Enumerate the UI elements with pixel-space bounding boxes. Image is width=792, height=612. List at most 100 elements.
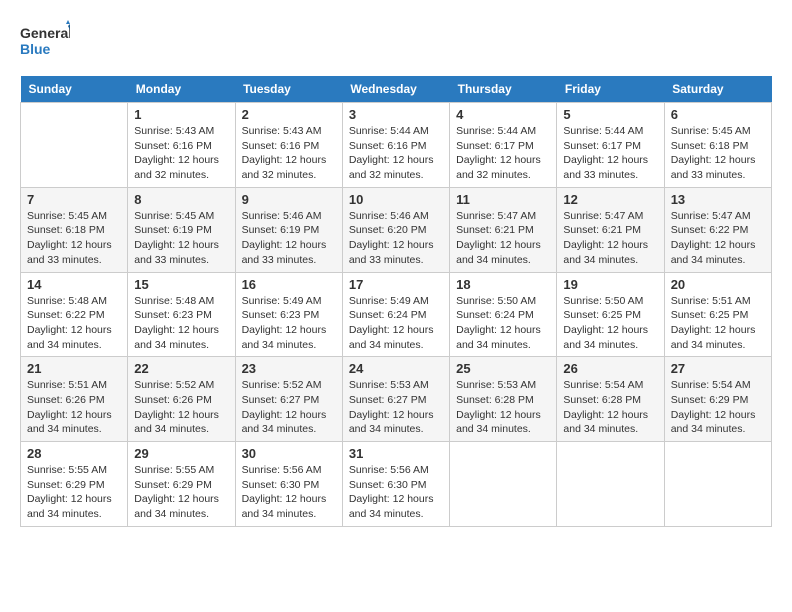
calendar-cell: 10Sunrise: 5:46 AMSunset: 6:20 PMDayligh… xyxy=(342,187,449,272)
calendar-cell: 31 Sunrise: 5:56 AMSunset: 6:30 PMDayligh… xyxy=(342,442,449,527)
header-wednesday: Wednesday xyxy=(342,76,449,103)
header-friday: Friday xyxy=(557,76,664,103)
day-info: Sunrise: 5:47 AMSunset: 6:21 PMDaylight:… xyxy=(456,209,550,268)
header-tuesday: Tuesday xyxy=(235,76,342,103)
day-number: 22 xyxy=(134,361,228,376)
calendar-cell: 26 Sunrise: 5:54 AMSunset: 6:28 PMDayligh… xyxy=(557,357,664,442)
day-info: Sunrise: 5:45 AMSunset: 6:19 PMDaylight:… xyxy=(134,209,228,268)
day-info: Sunrise: 5:51 AMSunset: 6:26 PMDaylight:… xyxy=(27,378,121,437)
day-number: 13 xyxy=(671,192,765,207)
day-info: Sunrise: 5:45 AMSunset: 6:18 PMDaylight:… xyxy=(27,209,121,268)
logo-icon: General Blue xyxy=(20,20,70,60)
day-info: Sunrise: 5:53 AMSunset: 6:28 PMDaylight:… xyxy=(456,378,550,437)
calendar-cell: 11 Sunrise: 5:47 AMSunset: 6:21 PMDayligh… xyxy=(450,187,557,272)
calendar-cell: 9Sunrise: 5:46 AMSunset: 6:19 PMDaylight… xyxy=(235,187,342,272)
calendar-cell: 14 Sunrise: 5:48 AMSunset: 6:22 PMDayligh… xyxy=(21,272,128,357)
day-info: Sunrise: 5:54 AMSunset: 6:29 PMDaylight:… xyxy=(671,378,765,437)
day-number: 24 xyxy=(349,361,443,376)
day-number: 26 xyxy=(563,361,657,376)
day-number: 14 xyxy=(27,277,121,292)
day-number: 29 xyxy=(134,446,228,461)
calendar-cell: 29 Sunrise: 5:55 AMSunset: 6:29 PMDayligh… xyxy=(128,442,235,527)
header-saturday: Saturday xyxy=(664,76,771,103)
day-info: Sunrise: 5:54 AMSunset: 6:28 PMDaylight:… xyxy=(563,378,657,437)
day-info: Sunrise: 5:56 AMSunset: 6:30 PMDaylight:… xyxy=(349,463,443,522)
calendar-cell: 28Sunrise: 5:55 AMSunset: 6:29 PMDayligh… xyxy=(21,442,128,527)
svg-text:General: General xyxy=(20,25,70,41)
day-info: Sunrise: 5:45 AMSunset: 6:18 PMDaylight:… xyxy=(671,124,765,183)
day-info: Sunrise: 5:43 AMSunset: 6:16 PMDaylight:… xyxy=(242,124,336,183)
day-info: Sunrise: 5:47 AMSunset: 6:22 PMDaylight:… xyxy=(671,209,765,268)
calendar-cell: 6 Sunrise: 5:45 AMSunset: 6:18 PMDaylight… xyxy=(664,103,771,188)
calendar-table: SundayMondayTuesdayWednesdayThursdayFrid… xyxy=(20,76,772,527)
calendar-cell: 13 Sunrise: 5:47 AMSunset: 6:22 PMDayligh… xyxy=(664,187,771,272)
calendar-cell xyxy=(21,103,128,188)
day-number: 5 xyxy=(563,107,657,122)
day-number: 10 xyxy=(349,192,443,207)
day-number: 7 xyxy=(27,192,121,207)
day-info: Sunrise: 5:44 AMSunset: 6:17 PMDaylight:… xyxy=(563,124,657,183)
day-number: 18 xyxy=(456,277,550,292)
calendar-cell: 19Sunrise: 5:50 AMSunset: 6:25 PMDayligh… xyxy=(557,272,664,357)
logo: General Blue xyxy=(20,20,70,60)
day-number: 25 xyxy=(456,361,550,376)
day-info: Sunrise: 5:53 AMSunset: 6:27 PMDaylight:… xyxy=(349,378,443,437)
calendar-cell: 2 Sunrise: 5:43 AMSunset: 6:16 PMDaylight… xyxy=(235,103,342,188)
calendar-cell: 24 Sunrise: 5:53 AMSunset: 6:27 PMDayligh… xyxy=(342,357,449,442)
calendar-header-row: SundayMondayTuesdayWednesdayThursdayFrid… xyxy=(21,76,772,103)
calendar-cell: 8 Sunrise: 5:45 AMSunset: 6:19 PMDaylight… xyxy=(128,187,235,272)
calendar-cell: 17 Sunrise: 5:49 AMSunset: 6:24 PMDayligh… xyxy=(342,272,449,357)
day-info: Sunrise: 5:55 AMSunset: 6:29 PMDaylight:… xyxy=(27,463,121,522)
week-row-3: 14 Sunrise: 5:48 AMSunset: 6:22 PMDayligh… xyxy=(21,272,772,357)
day-info: Sunrise: 5:49 AMSunset: 6:23 PMDaylight:… xyxy=(242,294,336,353)
day-info: Sunrise: 5:50 AMSunset: 6:25 PMDaylight:… xyxy=(563,294,657,353)
day-info: Sunrise: 5:48 AMSunset: 6:22 PMDaylight:… xyxy=(27,294,121,353)
day-number: 17 xyxy=(349,277,443,292)
day-number: 16 xyxy=(242,277,336,292)
calendar-cell: 18 Sunrise: 5:50 AMSunset: 6:24 PMDayligh… xyxy=(450,272,557,357)
calendar-cell: 20Sunrise: 5:51 AMSunset: 6:25 PMDayligh… xyxy=(664,272,771,357)
svg-text:Blue: Blue xyxy=(20,41,51,57)
day-number: 30 xyxy=(242,446,336,461)
calendar-cell: 23Sunrise: 5:52 AMSunset: 6:27 PMDayligh… xyxy=(235,357,342,442)
day-number: 27 xyxy=(671,361,765,376)
day-number: 9 xyxy=(242,192,336,207)
day-number: 6 xyxy=(671,107,765,122)
calendar-cell: 16 Sunrise: 5:49 AMSunset: 6:23 PMDayligh… xyxy=(235,272,342,357)
calendar-cell: 15 Sunrise: 5:48 AMSunset: 6:23 PMDayligh… xyxy=(128,272,235,357)
day-number: 31 xyxy=(349,446,443,461)
header-thursday: Thursday xyxy=(450,76,557,103)
calendar-cell: 3 Sunrise: 5:44 AMSunset: 6:16 PMDaylight… xyxy=(342,103,449,188)
week-row-4: 21Sunrise: 5:51 AMSunset: 6:26 PMDayligh… xyxy=(21,357,772,442)
day-info: Sunrise: 5:56 AMSunset: 6:30 PMDaylight:… xyxy=(242,463,336,522)
calendar-cell: 4 Sunrise: 5:44 AMSunset: 6:17 PMDaylight… xyxy=(450,103,557,188)
calendar-cell: 5 Sunrise: 5:44 AMSunset: 6:17 PMDaylight… xyxy=(557,103,664,188)
day-info: Sunrise: 5:43 AMSunset: 6:16 PMDaylight:… xyxy=(134,124,228,183)
calendar-cell: 1 Sunrise: 5:43 AMSunset: 6:16 PMDaylight… xyxy=(128,103,235,188)
header-monday: Monday xyxy=(128,76,235,103)
day-info: Sunrise: 5:55 AMSunset: 6:29 PMDaylight:… xyxy=(134,463,228,522)
calendar-cell: 12 Sunrise: 5:47 AMSunset: 6:21 PMDayligh… xyxy=(557,187,664,272)
day-info: Sunrise: 5:47 AMSunset: 6:21 PMDaylight:… xyxy=(563,209,657,268)
day-info: Sunrise: 5:44 AMSunset: 6:17 PMDaylight:… xyxy=(456,124,550,183)
week-row-1: 1 Sunrise: 5:43 AMSunset: 6:16 PMDaylight… xyxy=(21,103,772,188)
calendar-cell xyxy=(450,442,557,527)
day-info: Sunrise: 5:48 AMSunset: 6:23 PMDaylight:… xyxy=(134,294,228,353)
day-number: 1 xyxy=(134,107,228,122)
calendar-cell: 27 Sunrise: 5:54 AMSunset: 6:29 PMDayligh… xyxy=(664,357,771,442)
day-number: 4 xyxy=(456,107,550,122)
page-header: General Blue xyxy=(20,20,772,60)
day-info: Sunrise: 5:50 AMSunset: 6:24 PMDaylight:… xyxy=(456,294,550,353)
day-number: 15 xyxy=(134,277,228,292)
week-row-5: 28Sunrise: 5:55 AMSunset: 6:29 PMDayligh… xyxy=(21,442,772,527)
day-number: 8 xyxy=(134,192,228,207)
calendar-cell: 22Sunrise: 5:52 AMSunset: 6:26 PMDayligh… xyxy=(128,357,235,442)
day-info: Sunrise: 5:44 AMSunset: 6:16 PMDaylight:… xyxy=(349,124,443,183)
calendar-cell xyxy=(557,442,664,527)
day-info: Sunrise: 5:52 AMSunset: 6:27 PMDaylight:… xyxy=(242,378,336,437)
day-number: 2 xyxy=(242,107,336,122)
day-info: Sunrise: 5:49 AMSunset: 6:24 PMDaylight:… xyxy=(349,294,443,353)
day-number: 3 xyxy=(349,107,443,122)
day-number: 12 xyxy=(563,192,657,207)
day-number: 11 xyxy=(456,192,550,207)
